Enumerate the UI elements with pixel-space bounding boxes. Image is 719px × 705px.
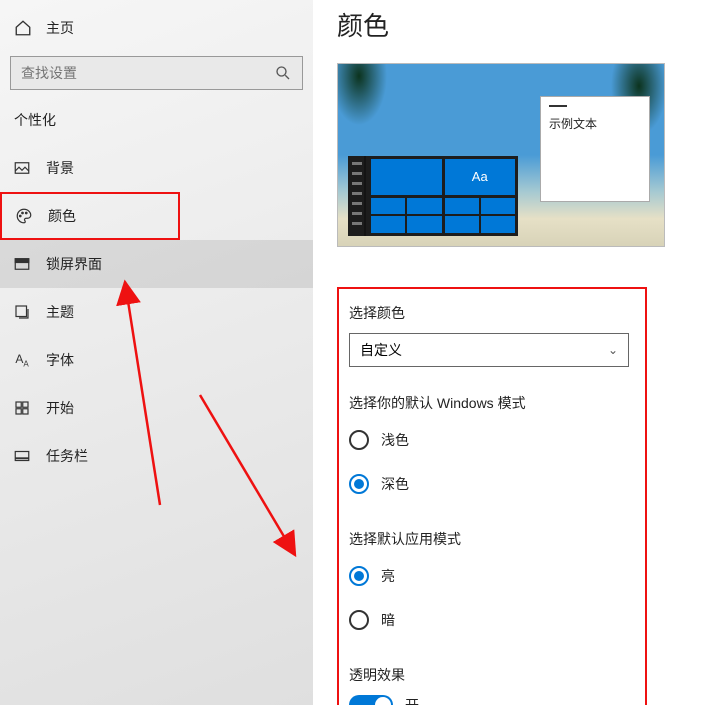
app-mode-dark[interactable]: 暗 [349, 603, 635, 637]
preview-sample-text: 示例文本 [549, 115, 641, 132]
sidebar-item-label: 颜色 [48, 206, 76, 226]
section-title: 个性化 [0, 104, 313, 144]
radio-label: 暗 [381, 610, 395, 630]
app-mode-label: 选择默认应用模式 [349, 529, 635, 549]
preview-tile-aa: Aa [445, 159, 516, 195]
sidebar-item-label: 锁屏界面 [46, 254, 102, 274]
app-mode-light[interactable]: 亮 [349, 559, 635, 593]
taskbar-icon [10, 447, 34, 465]
sidebar-item-label: 背景 [46, 158, 74, 178]
sidebar-item-themes[interactable]: 主题 [0, 288, 313, 336]
search-box[interactable] [10, 56, 303, 90]
radio-icon [349, 610, 369, 630]
windows-mode-dark[interactable]: 深色 [349, 467, 635, 501]
transparency-label: 透明效果 [349, 665, 635, 685]
sidebar-item-taskbar[interactable]: 任务栏 [0, 432, 313, 480]
choose-color-label: 选择颜色 [349, 303, 635, 323]
sidebar: 主页 个性化 背景 [0, 0, 313, 705]
radio-label: 浅色 [381, 430, 409, 450]
home-icon [14, 19, 32, 37]
sidebar-item-fonts[interactable]: AA 字体 [0, 336, 313, 384]
search-input[interactable] [21, 65, 251, 81]
radio-icon [349, 474, 369, 494]
windows-mode-label: 选择你的默认 Windows 模式 [349, 393, 635, 413]
dropdown-value: 自定义 [360, 340, 402, 360]
sidebar-item-label: 字体 [46, 350, 74, 370]
settings-highlight-box: 选择颜色 自定义 ⌄ 选择你的默认 Windows 模式 浅色 深色 选择默认应… [337, 287, 647, 705]
radio-label: 深色 [381, 474, 409, 494]
picture-icon [10, 159, 34, 177]
palette-icon [12, 207, 36, 225]
radio-icon [349, 566, 369, 586]
sidebar-item-colors[interactable]: 颜色 [0, 192, 180, 240]
transparency-toggle[interactable] [349, 695, 393, 705]
sidebar-item-lockscreen[interactable]: 锁屏界面 [0, 240, 313, 288]
start-icon [10, 399, 34, 417]
lockscreen-icon [10, 255, 34, 273]
sidebar-item-background[interactable]: 背景 [0, 144, 313, 192]
toggle-state-label: 开 [405, 695, 419, 705]
page-title: 颜色 [337, 6, 699, 43]
preview-sample-window: 示例文本 [540, 96, 650, 202]
choose-color-dropdown[interactable]: 自定义 ⌄ [349, 333, 629, 367]
radio-icon [349, 430, 369, 450]
sidebar-item-start[interactable]: 开始 [0, 384, 313, 432]
sidebar-item-label: 任务栏 [46, 446, 88, 466]
sidebar-item-label: 主题 [46, 302, 74, 322]
search-icon [274, 64, 292, 82]
theme-icon [10, 303, 34, 321]
chevron-down-icon: ⌄ [608, 343, 618, 357]
font-icon: AA [10, 352, 34, 368]
home-button[interactable]: 主页 [0, 8, 313, 48]
home-label: 主页 [46, 18, 74, 38]
sidebar-item-label: 开始 [46, 398, 74, 418]
radio-label: 亮 [381, 566, 395, 586]
content-area: 颜色 Aa 示例文本 选择颜色 自定义 ⌄ [313, 0, 719, 705]
preview-start-menu: Aa [348, 156, 518, 236]
color-preview: Aa 示例文本 [337, 63, 665, 247]
toggle-knob [375, 697, 391, 705]
windows-mode-light[interactable]: 浅色 [349, 423, 635, 457]
